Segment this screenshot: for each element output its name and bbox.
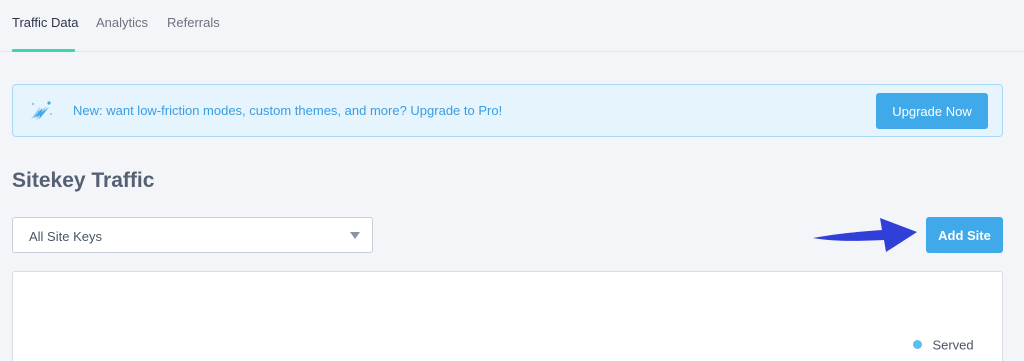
legend-swatch-served: [913, 340, 922, 350]
site-key-select-value: All Site Keys: [29, 229, 102, 244]
page-title: Sitekey Traffic: [12, 169, 155, 192]
tab-bar: Traffic Data Analytics Referrals: [0, 0, 1024, 52]
legend-label-served: Served: [932, 337, 974, 353]
tab-referrals[interactable]: Referrals: [167, 15, 220, 30]
lightning-bolt-icon: [31, 101, 52, 121]
upgrade-banner: New: want low-friction modes, custom the…: [12, 84, 1003, 137]
tab-traffic-data[interactable]: Traffic Data: [12, 15, 78, 30]
upgrade-now-button[interactable]: Upgrade Now: [876, 93, 988, 129]
chart-legend: Served: [913, 336, 974, 354]
page: Traffic Data Analytics Referrals New: wa…: [0, 0, 1024, 361]
annotation-arrow-icon: [813, 218, 917, 252]
chevron-down-icon: [350, 232, 360, 239]
traffic-chart-panel: Served: [12, 271, 1003, 361]
site-key-select[interactable]: All Site Keys: [12, 217, 373, 253]
active-tab-indicator: [12, 49, 75, 52]
tab-analytics[interactable]: Analytics: [96, 15, 148, 30]
banner-message: New: want low-friction modes, custom the…: [73, 103, 503, 118]
add-site-button[interactable]: Add Site: [926, 217, 1003, 253]
